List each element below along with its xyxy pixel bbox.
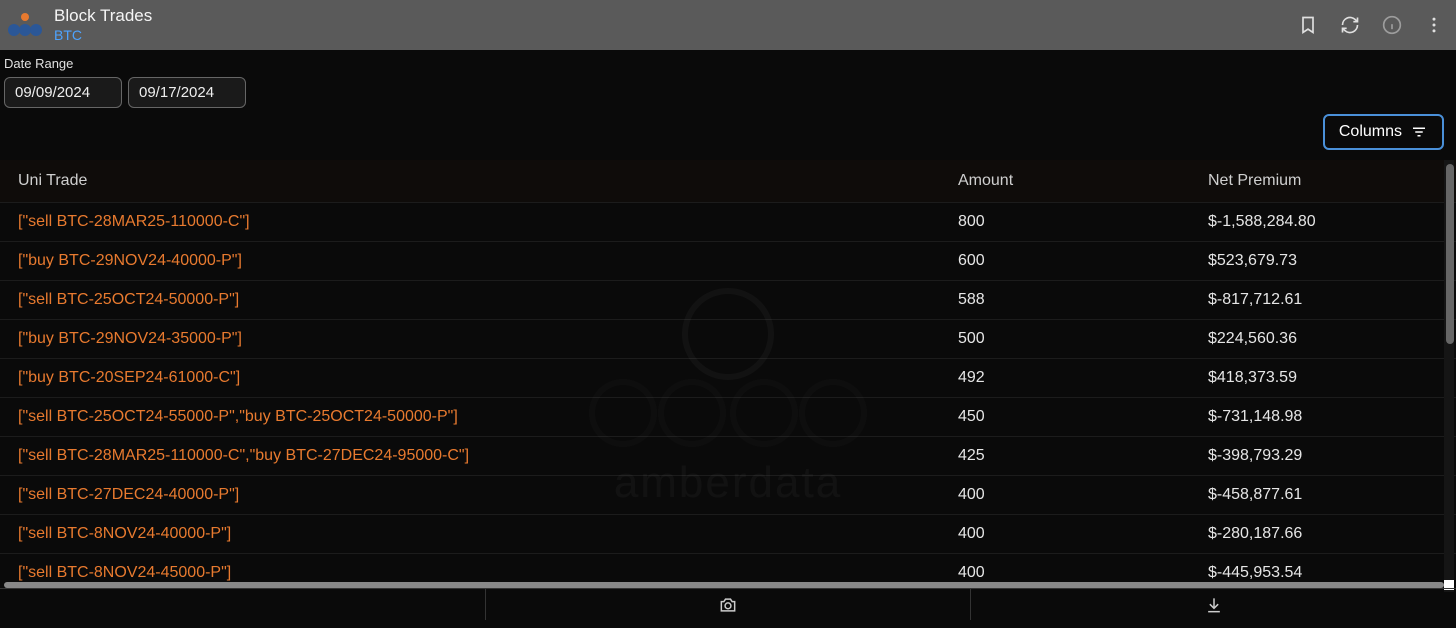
cell-trade[interactable]: ["buy BTC-29NOV24-35000-P"] — [0, 320, 940, 359]
download-icon — [1204, 595, 1224, 615]
cell-trade[interactable]: ["sell BTC-28MAR25-110000-C"] — [0, 203, 940, 242]
cell-amount: 400 — [940, 515, 1190, 554]
columns-filter-icon — [1410, 123, 1428, 141]
bookmark-icon[interactable] — [1298, 15, 1318, 35]
cell-trade[interactable]: ["sell BTC-27DEC24-40000-P"] — [0, 476, 940, 515]
cell-trade[interactable]: ["buy BTC-29NOV24-40000-P"] — [0, 242, 940, 281]
page-title: Block Trades — [54, 6, 152, 26]
col-header-amount[interactable]: Amount — [940, 160, 1190, 203]
table-row[interactable]: ["sell BTC-25OCT24-50000-P"]588$-817,712… — [0, 281, 1456, 320]
cell-net: $-817,712.61 — [1190, 281, 1456, 320]
table-row[interactable]: ["buy BTC-20SEP24-61000-C"]492$418,373.5… — [0, 359, 1456, 398]
date-start-input[interactable] — [4, 77, 122, 108]
cell-amount: 800 — [940, 203, 1190, 242]
asset-subtitle[interactable]: BTC — [54, 27, 152, 44]
cell-amount: 500 — [940, 320, 1190, 359]
date-range-label: Date Range — [4, 56, 1452, 71]
cell-amount: 588 — [940, 281, 1190, 320]
columns-button[interactable]: Columns — [1323, 114, 1444, 150]
columns-button-label: Columns — [1339, 123, 1402, 141]
cell-trade[interactable]: ["sell BTC-25OCT24-50000-P"] — [0, 281, 940, 320]
table-row[interactable]: ["buy BTC-29NOV24-35000-P"]500$224,560.3… — [0, 320, 1456, 359]
cell-amount: 400 — [940, 476, 1190, 515]
vertical-scroll-thumb[interactable] — [1446, 164, 1454, 344]
col-header-trade[interactable]: Uni Trade — [0, 160, 940, 203]
table-row[interactable]: ["sell BTC-8NOV24-40000-P"]400$-280,187.… — [0, 515, 1456, 554]
app-logo-icon — [4, 10, 46, 40]
trades-table: Uni Trade Amount Net Premium ["sell BTC-… — [0, 160, 1456, 592]
footer-cell-empty[interactable] — [0, 589, 486, 620]
cell-amount: 600 — [940, 242, 1190, 281]
table-container: amberdata Uni Trade Amount Net Premium [… — [0, 160, 1456, 592]
controls-bar: Date Range — [0, 50, 1456, 116]
cell-net: $-458,877.61 — [1190, 476, 1456, 515]
col-header-net[interactable]: Net Premium — [1190, 160, 1456, 203]
table-row[interactable]: ["sell BTC-27DEC24-40000-P"]400$-458,877… — [0, 476, 1456, 515]
date-end-input[interactable] — [128, 77, 246, 108]
download-button[interactable] — [971, 589, 1456, 620]
cell-net: $-1,588,284.80 — [1190, 203, 1456, 242]
table-row[interactable]: ["buy BTC-29NOV24-40000-P"]600$523,679.7… — [0, 242, 1456, 281]
footer-toolbar — [0, 588, 1456, 620]
table-row[interactable]: ["sell BTC-28MAR25-110000-C"]800$-1,588,… — [0, 203, 1456, 242]
cell-net: $-280,187.66 — [1190, 515, 1456, 554]
cell-trade[interactable]: ["sell BTC-28MAR25-110000-C","buy BTC-27… — [0, 437, 940, 476]
cell-net: $-731,148.98 — [1190, 398, 1456, 437]
cell-trade[interactable]: ["sell BTC-8NOV24-40000-P"] — [0, 515, 940, 554]
header-actions — [1298, 15, 1444, 35]
cell-amount: 450 — [940, 398, 1190, 437]
window-header: Block Trades BTC — [0, 0, 1456, 50]
cell-net: $523,679.73 — [1190, 242, 1456, 281]
cell-amount: 492 — [940, 359, 1190, 398]
table-row[interactable]: ["sell BTC-28MAR25-110000-C","buy BTC-27… — [0, 437, 1456, 476]
refresh-icon[interactable] — [1340, 15, 1360, 35]
cell-net: $224,560.36 — [1190, 320, 1456, 359]
cell-net: $-398,793.29 — [1190, 437, 1456, 476]
header-left: Block Trades BTC — [4, 6, 152, 43]
cell-trade[interactable]: ["sell BTC-25OCT24-55000-P","buy BTC-25O… — [0, 398, 940, 437]
cell-net: $418,373.59 — [1190, 359, 1456, 398]
table-row[interactable]: ["sell BTC-25OCT24-55000-P","buy BTC-25O… — [0, 398, 1456, 437]
screenshot-button[interactable] — [486, 589, 972, 620]
more-icon[interactable] — [1424, 15, 1444, 35]
cell-amount: 425 — [940, 437, 1190, 476]
info-icon[interactable] — [1382, 15, 1402, 35]
camera-icon — [718, 595, 738, 615]
cell-trade[interactable]: ["buy BTC-20SEP24-61000-C"] — [0, 359, 940, 398]
